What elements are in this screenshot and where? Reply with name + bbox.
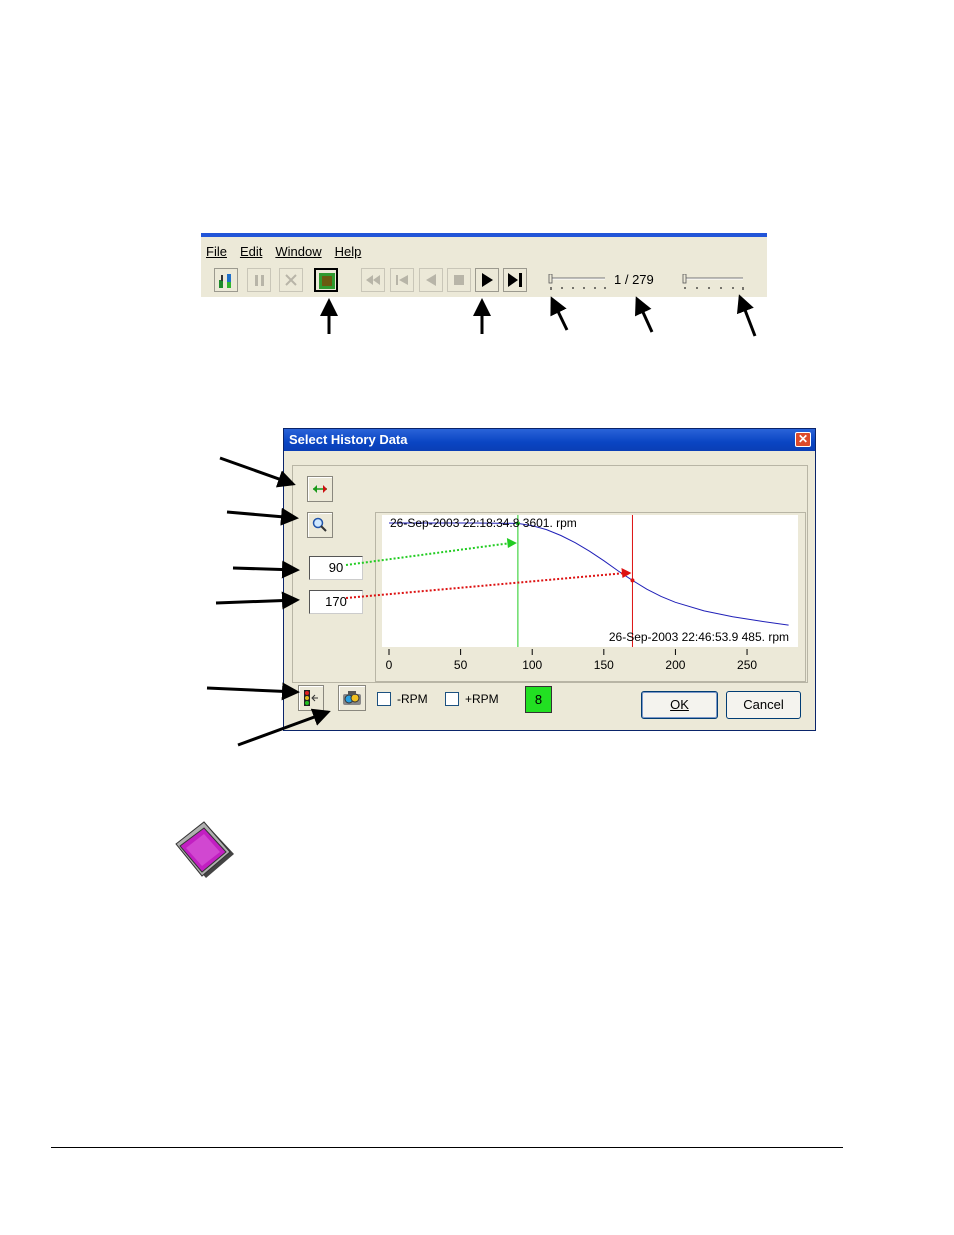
annotation-arrow — [226, 507, 299, 526]
pointer-line — [345, 572, 626, 599]
pointer-arrowhead — [621, 568, 632, 578]
annotation-arrow — [237, 708, 331, 747]
annotation-arrow — [232, 560, 300, 579]
pointer-arrowhead — [506, 538, 517, 548]
reference-book-icon — [175, 821, 234, 878]
annotation-arrow — [736, 294, 757, 337]
annotation-arrow — [550, 296, 569, 331]
annotation-arrows — [206, 294, 757, 747]
footer-rule — [51, 1147, 843, 1148]
pointer-line — [345, 542, 512, 566]
annotation-arrow — [215, 591, 300, 610]
annotation-arrow — [635, 296, 654, 333]
annotation-arrow — [219, 456, 296, 488]
annotation-arrow — [206, 682, 300, 701]
